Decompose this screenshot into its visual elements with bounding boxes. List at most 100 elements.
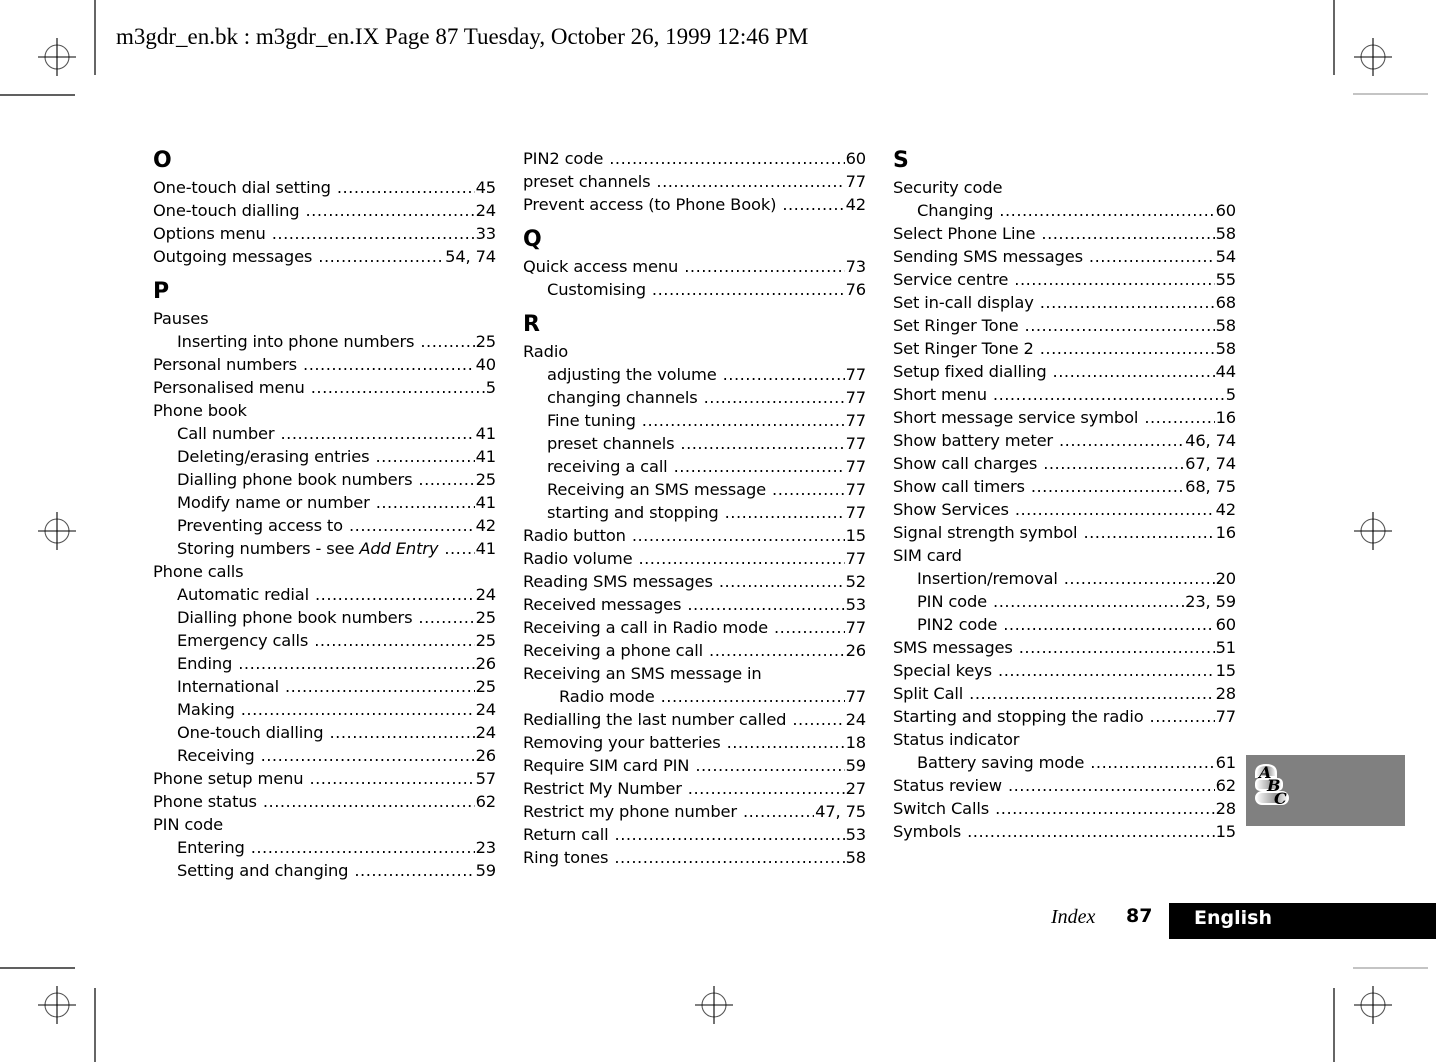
dot-leader [1041,222,1214,245]
index-entry: Show call timers 68, 75 [893,475,1236,498]
index-page-ref: 25 [475,332,496,351]
index-entry: Switch Calls 28 [893,797,1236,820]
dot-leader [376,445,475,468]
dot-leader [1144,406,1214,429]
dot-leader [1053,360,1215,383]
index-term-text: Outgoing messages [153,247,313,266]
dot-leader [688,777,845,800]
index-term-text: Phone status [153,792,257,811]
index-subentry: PIN code 23, 59 [893,590,1236,613]
index-term: Inserting into phone numbers [177,330,415,353]
index-entry: Phone status 62 [153,790,496,813]
index-term-text: preset channels [547,434,675,453]
index-term-text: Modify name or number [177,493,370,512]
index-entry: Set Ringer Tone 2 58 [893,337,1236,360]
index-term-text: Split Call [893,684,964,703]
index-term-text: One-touch dialling [177,723,324,742]
index-term-text: PIN code [153,815,224,834]
registration-target-icon [1354,38,1392,76]
index-term-text: Redialling the last number called [523,710,787,729]
index-entry: Sending SMS messages 54 [893,245,1236,268]
index-entry: Show call charges 67, 74 [893,452,1236,475]
abc-index-icon: A B C [1255,763,1289,808]
index-term: PIN code [153,813,223,836]
index-page-ref: 40 [475,355,496,374]
index-term: Fine tuning [547,409,636,432]
index-column-1: O One-touch dial setting 45 One-touch diall… [153,147,496,882]
index-term-text: Phone book [153,401,247,420]
registration-target-icon [1354,512,1392,550]
index-term: Switch Calls [893,797,989,820]
index-term-text: SIM card [893,546,962,565]
index-entry-heading: Status indicator [893,728,1236,751]
index-page-ref: 58 [1215,316,1236,335]
index-term: Receiving an SMS message in [523,662,762,685]
index-term-text: Radio [523,342,569,361]
index-subentry: changing channels 77 [523,386,866,409]
dot-leader [774,616,845,639]
index-entry: Personal numbers 40 [153,353,496,376]
language-bar: English [1169,903,1436,939]
index-entry: Service centre 55 [893,268,1236,291]
index-entry: Restrict My Number 27 [523,777,866,800]
index-page-ref: 60 [1215,201,1236,220]
index-entry-heading: Security code [893,176,1236,199]
index-page-ref: 73 [845,257,866,276]
index-term: Pauses [153,307,209,330]
index-term-text: Ring tones [523,848,609,867]
index-entry: Received messages 53 [523,593,866,616]
index-subentry: Radio mode 77 [523,685,866,708]
index-term-text: Set in-call display [893,293,1034,312]
index-page-ref: 59 [845,756,866,775]
index-page-ref: 61 [1215,753,1236,772]
index-page-ref: 52 [845,572,866,591]
index-entry: Show Services 42 [893,498,1236,521]
index-page-ref: 76 [845,280,866,299]
index-term-text: Phone setup menu [153,769,304,788]
index-subentry: Setting and changing 59 [153,859,496,882]
index-term-text: Reading SMS messages [523,572,713,591]
index-term-text: Quick access menu [523,257,679,276]
index-term: Entering [177,836,245,859]
index-subentry: Making 24 [153,698,496,721]
index-page-ref: 26 [475,746,496,765]
index-term: Sending SMS messages [893,245,1083,268]
index-subentry: Entering 23 [153,836,496,859]
index-term: Redialling the last number called [523,708,787,731]
dot-leader [303,353,475,376]
index-page-ref: 5 [485,378,496,397]
index-entry: Show battery meter 46, 74 [893,429,1236,452]
index-letter-heading: O [153,148,172,173]
index-term: Prevent access (to Phone Book) [523,193,776,216]
index-entry: Set Ringer Tone 58 [893,314,1236,337]
index-page-ref: 77 [845,503,866,522]
index-page-ref: 58 [1215,339,1236,358]
dot-leader [674,455,845,478]
dot-leader [792,708,844,731]
dot-leader [1019,636,1215,659]
index-page-ref: 77 [845,411,866,430]
dot-leader [1090,751,1214,774]
index-page-ref: 20 [1215,569,1236,588]
index-term-text: Insertion/removal [917,569,1058,588]
index-entry: Special keys 15 [893,659,1236,682]
index-page-ref: 24 [475,723,496,742]
index-term: Return call [523,823,609,846]
dot-leader [1083,521,1214,544]
index-term-text: One-touch dial setting [153,178,331,197]
index-page-ref: 77 [1215,707,1236,726]
dot-leader [709,639,845,662]
index-term: Removing your batteries [523,731,721,754]
index-page-ref: 24 [475,201,496,220]
index-term: Restrict my phone number [523,800,737,823]
index-term: Status review [893,774,1002,797]
dot-leader [993,383,1225,406]
index-column-2: PIN2 code 60 preset channels 77 Prevent acce… [523,147,866,869]
index-term: Call number [177,422,275,445]
index-subentry: Inserting into phone numbers 25 [153,330,496,353]
index-subentry: Ending 26 [153,652,496,675]
index-term-text: Prevent access (to Phone Book) [523,195,777,214]
index-term-text: changing channels [547,388,698,407]
dot-leader [993,590,1184,613]
index-term-text: Inserting into phone numbers [177,332,415,351]
